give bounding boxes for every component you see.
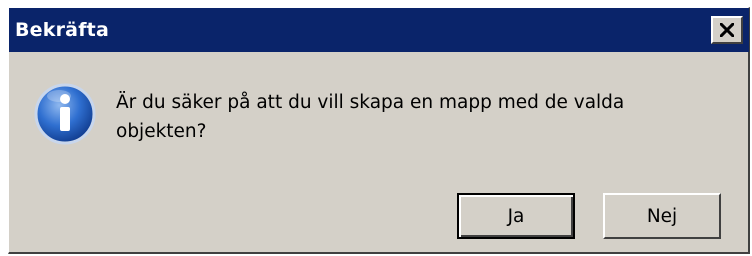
no-button[interactable]: Nej: [603, 193, 721, 239]
yes-button[interactable]: Ja: [457, 193, 575, 239]
title-bar[interactable]: Bekräfta: [9, 8, 749, 52]
dialog-message: Är du säker på att du vill skapa en mapp…: [116, 92, 625, 142]
close-button[interactable]: [711, 16, 743, 44]
confirm-dialog: Bekräfta Är du säker på att du vill skap…: [8, 7, 750, 254]
close-icon: [720, 23, 734, 37]
info-icon: [33, 82, 97, 146]
window-title: Bekräfta: [15, 19, 109, 41]
